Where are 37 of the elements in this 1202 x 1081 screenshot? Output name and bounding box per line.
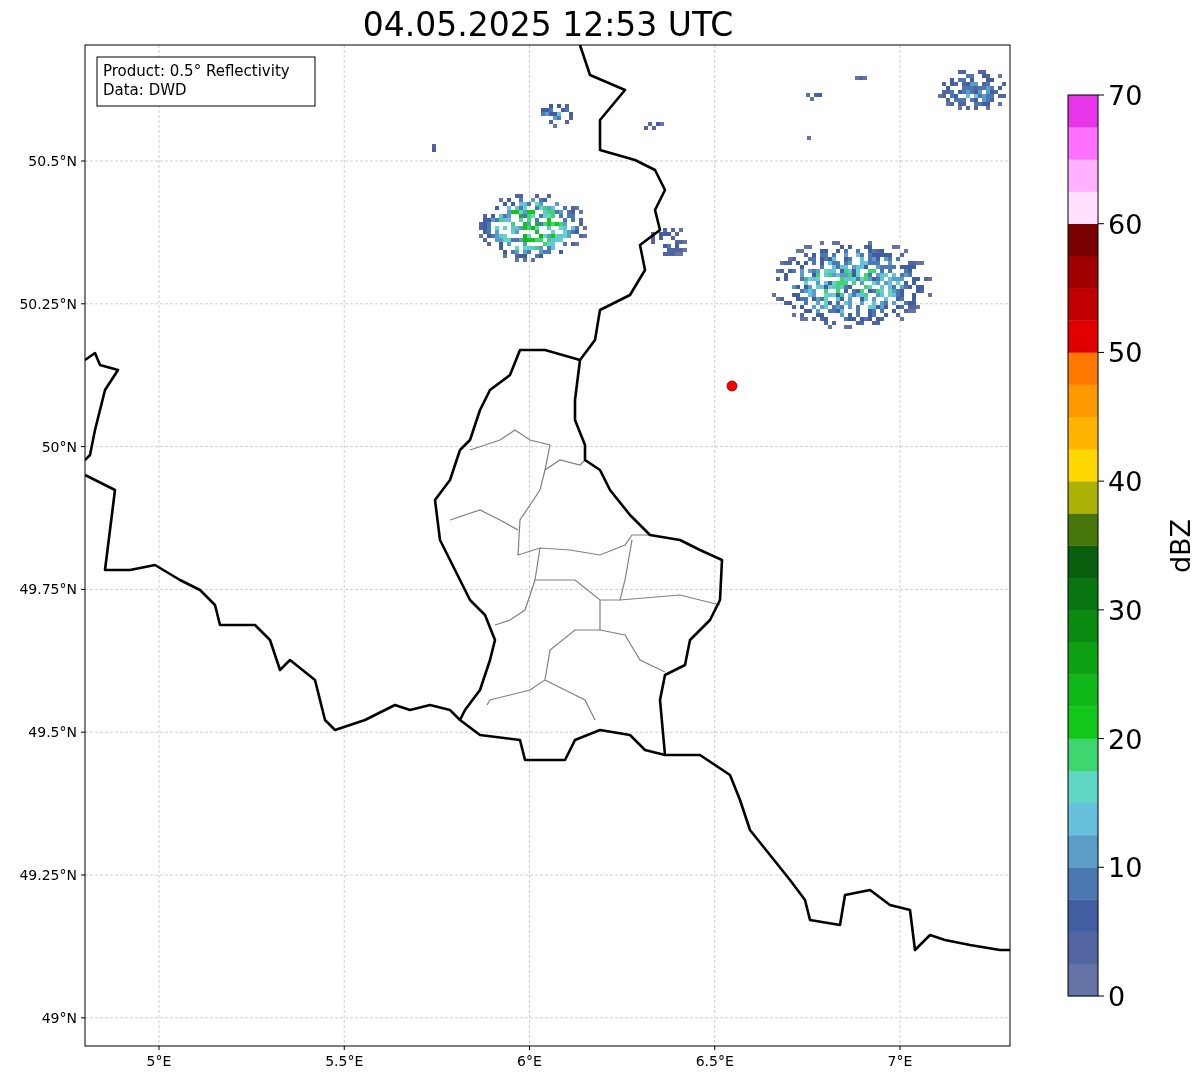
tick-mark	[80, 1017, 86, 1019]
tick-mark	[158, 1045, 160, 1051]
tick-label: 7°E	[887, 1053, 913, 1069]
tick-mark	[343, 1045, 345, 1051]
tick-label: 5.5°E	[325, 1053, 364, 1069]
info-text: Data: DWD	[103, 81, 187, 99]
tick-label: 20	[1108, 723, 1143, 755]
tick-label: 49.5°N	[28, 724, 77, 741]
map-title: 04.05.2025 12:53 UTC	[362, 5, 734, 44]
tick-label: 5°E	[146, 1053, 172, 1069]
tick-label: 6.5°E	[695, 1053, 734, 1069]
tick-mark	[80, 731, 86, 733]
colorbar-label: dBZ	[1165, 518, 1196, 574]
tick-mark	[80, 874, 86, 876]
tick-label: 50	[1108, 337, 1143, 369]
info-text: Product: 0.5° Reflectivity	[103, 62, 290, 80]
tick-label: 50.5°N	[28, 153, 77, 169]
tick-label: 40	[1108, 466, 1143, 498]
tick-mark	[80, 588, 86, 590]
location-marker	[726, 380, 738, 392]
tick-mark	[80, 303, 86, 305]
tick-label: 50°N	[41, 438, 77, 455]
tick-label: 49.75°N	[19, 581, 77, 598]
tick-label: 30	[1108, 594, 1143, 626]
tick-label: 49.25°N	[19, 867, 77, 883]
tick-label: 60	[1108, 208, 1143, 240]
tick-label: 6°E	[517, 1053, 542, 1069]
tick-mark	[80, 160, 86, 162]
tick-label: 10	[1108, 852, 1143, 884]
tick-mark	[80, 446, 86, 448]
tick-label: 50.25°N	[19, 295, 77, 312]
tick-label: 0	[1108, 981, 1126, 1012]
tick-mark	[899, 1045, 901, 1051]
tick-label: 70	[1108, 80, 1143, 111]
tick-label: 49°N	[41, 1009, 77, 1026]
tick-mark	[714, 1045, 716, 1051]
tick-mark	[529, 1045, 530, 1051]
